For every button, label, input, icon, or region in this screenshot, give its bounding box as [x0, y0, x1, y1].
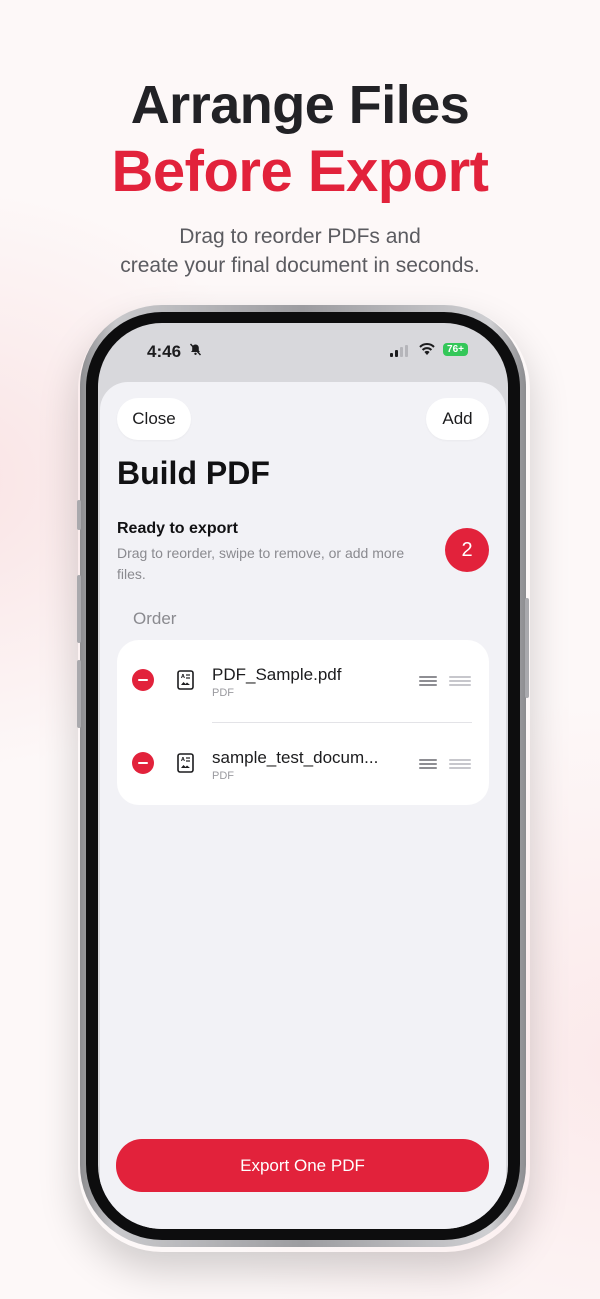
reorder-icon[interactable]	[449, 676, 471, 687]
hero-subtitle-line1: Drag to reorder PDFs and	[179, 225, 421, 248]
build-pdf-sheet	[100, 382, 506, 1229]
remove-icon[interactable]	[132, 669, 154, 691]
svg-text:A: A	[181, 757, 185, 763]
ready-title: Ready to export	[117, 520, 238, 537]
file-count-badge: 2	[445, 528, 489, 572]
status-bar: 4:46 76+	[98, 323, 508, 383]
ready-description: Drag to reorder, swipe to remove, or add…	[117, 545, 405, 582]
hero-subtitle-line2: create your final document in seconds.	[120, 254, 480, 277]
remove-icon[interactable]	[132, 752, 154, 774]
hero-title-line1: Arrange Files	[130, 75, 470, 135]
volume-down-button	[77, 660, 81, 728]
list-item[interactable]: A PDF_Sample.pdf PDF	[117, 640, 489, 722]
hero-subtitle: Drag to reorder PDFs and create your fin…	[0, 222, 600, 280]
document-icon: A	[177, 753, 194, 773]
phone-screen: 4:46 76+ Close Add Build PDF Ready to ex…	[98, 323, 508, 1229]
volume-up-button	[77, 575, 81, 643]
power-button	[525, 598, 529, 698]
drag-handle-icon[interactable]	[419, 676, 437, 687]
wifi-icon	[418, 342, 436, 356]
export-button[interactable]: Export One PDF	[116, 1139, 489, 1192]
reorder-icon[interactable]	[449, 759, 471, 770]
file-name: sample_test_docum...	[212, 748, 379, 767]
document-icon: A	[177, 670, 194, 690]
bell-slash-icon	[189, 343, 202, 359]
status-time: 4:46	[147, 342, 182, 361]
file-name: PDF_Sample.pdf	[212, 665, 342, 684]
file-type: PDF	[212, 770, 234, 782]
close-button[interactable]: Close	[117, 398, 191, 440]
hero-title-line2: Before Export	[111, 139, 489, 204]
file-list: A PDF_Sample.pdf PDF A sample_test_docum…	[117, 640, 489, 805]
action-button	[77, 500, 81, 530]
order-section-label: Order	[133, 609, 177, 628]
signal-icon	[390, 345, 410, 357]
page-title: Build PDF	[117, 455, 270, 491]
list-item[interactable]: A sample_test_docum... PDF	[117, 723, 489, 805]
file-type: PDF	[212, 687, 234, 699]
add-button[interactable]: Add	[426, 398, 489, 440]
svg-text:A: A	[181, 674, 185, 680]
drag-handle-icon[interactable]	[419, 759, 437, 770]
battery-icon: 76+	[443, 343, 468, 356]
